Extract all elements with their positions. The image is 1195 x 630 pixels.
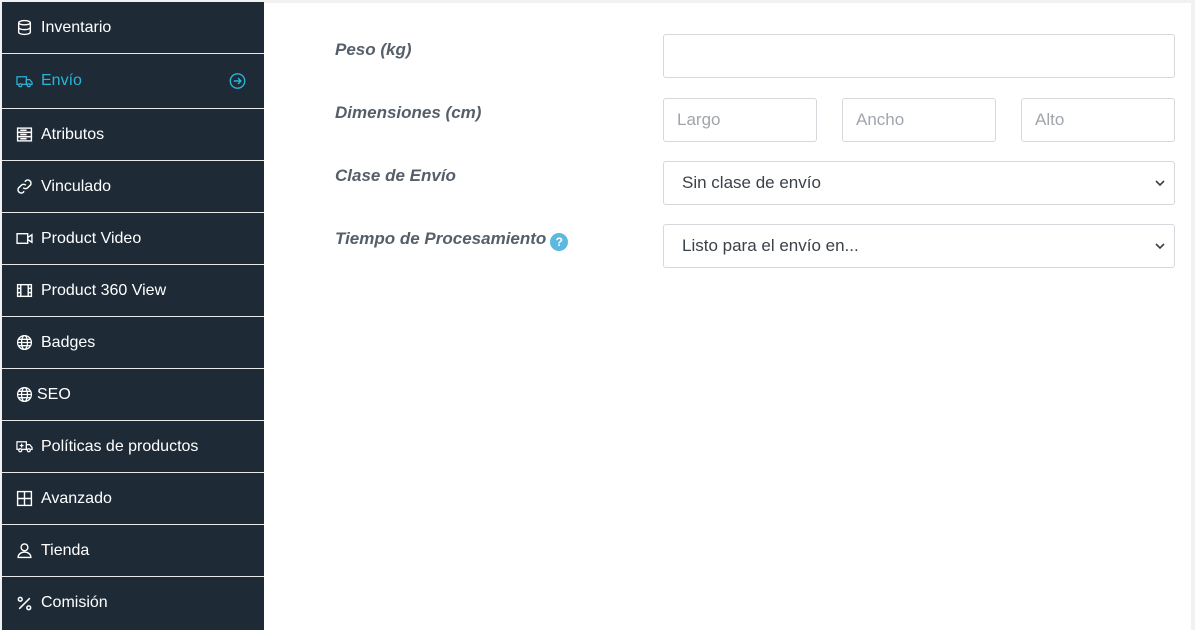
chevron-down-icon	[1155, 243, 1165, 250]
length-input[interactable]	[663, 98, 817, 142]
database-icon	[14, 19, 34, 37]
arrow-right-circle-icon	[229, 73, 246, 89]
sidebar-item-vinculado[interactable]: Vinculado	[2, 161, 264, 213]
sidebar-item-tienda[interactable]: Tienda	[2, 525, 264, 577]
weight-label: Peso (kg)	[335, 40, 412, 59]
sidebar-item-seo[interactable]: SEO	[2, 369, 264, 421]
processing-time-value: Listo para el envío en...	[682, 236, 859, 255]
sidebar-item-label: Comisión	[41, 594, 108, 611]
sidebar-item-label: Avanzado	[41, 489, 112, 507]
shipping-class-value: Sin clase de envío	[682, 173, 821, 192]
sidebar-item-product-360-view[interactable]: Product 360 View	[2, 265, 264, 317]
ambulance-icon	[14, 438, 34, 456]
height-input[interactable]	[1021, 98, 1175, 142]
shipping-class-label: Clase de Envío	[335, 166, 456, 185]
sidebar-item-politicas[interactable]: Políticas de productos	[2, 421, 264, 473]
weight-input[interactable]	[663, 34, 1175, 78]
chevron-down-icon	[1155, 180, 1165, 187]
sidebar-item-comision[interactable]: Comisión	[2, 577, 264, 629]
sidebar-item-badges[interactable]: Badges	[2, 317, 264, 369]
processing-time-label-group: Tiempo de Procesamiento?	[335, 229, 569, 251]
sidebar-item-atributos[interactable]: Atributos	[2, 109, 264, 161]
sidebar-item-label: Product Video	[41, 229, 142, 247]
grid-icon	[14, 490, 34, 508]
dimensions-label: Dimensiones (cm)	[335, 103, 482, 122]
truck-icon	[14, 72, 34, 90]
sidebar-item-label: Badges	[41, 333, 96, 351]
sidebar-item-label: Tienda	[41, 541, 90, 559]
globe-icon	[14, 386, 34, 404]
video-icon	[14, 230, 34, 248]
link-icon	[14, 178, 34, 196]
help-icon[interactable]: ?	[550, 233, 569, 251]
server-icon	[14, 126, 34, 144]
percent-icon	[14, 594, 34, 612]
sidebar-item-label: Políticas de productos	[41, 437, 199, 455]
processing-time-select[interactable]: Listo para el envío en...	[663, 224, 1175, 268]
sidebar-item-label: Vinculado	[41, 177, 111, 195]
shipping-form: Peso (kg) Dimensiones (cm) Clase de Enví…	[264, 3, 1191, 630]
sidebar: Inventario Envío Atributos Vinculado Pro…	[2, 2, 264, 630]
sidebar-item-label: Atributos	[41, 125, 105, 143]
sidebar-item-avanzado[interactable]: Avanzado	[2, 473, 264, 525]
sidebar-item-label: Product 360 View	[41, 281, 167, 299]
processing-time-label: Tiempo de Procesamiento	[335, 229, 547, 248]
film-icon	[14, 282, 34, 300]
globe-icon	[14, 334, 34, 352]
sidebar-item-label: SEO	[37, 385, 71, 403]
sidebar-item-product-video[interactable]: Product Video	[2, 213, 264, 265]
sidebar-item-label: Inventario	[41, 18, 112, 36]
sidebar-item-envio[interactable]: Envío	[2, 54, 264, 109]
width-input[interactable]	[842, 98, 996, 142]
shipping-class-select[interactable]: Sin clase de envío	[663, 161, 1175, 205]
user-icon	[14, 542, 34, 560]
sidebar-item-inventario[interactable]: Inventario	[2, 2, 264, 54]
sidebar-item-label: Envío	[41, 72, 82, 89]
